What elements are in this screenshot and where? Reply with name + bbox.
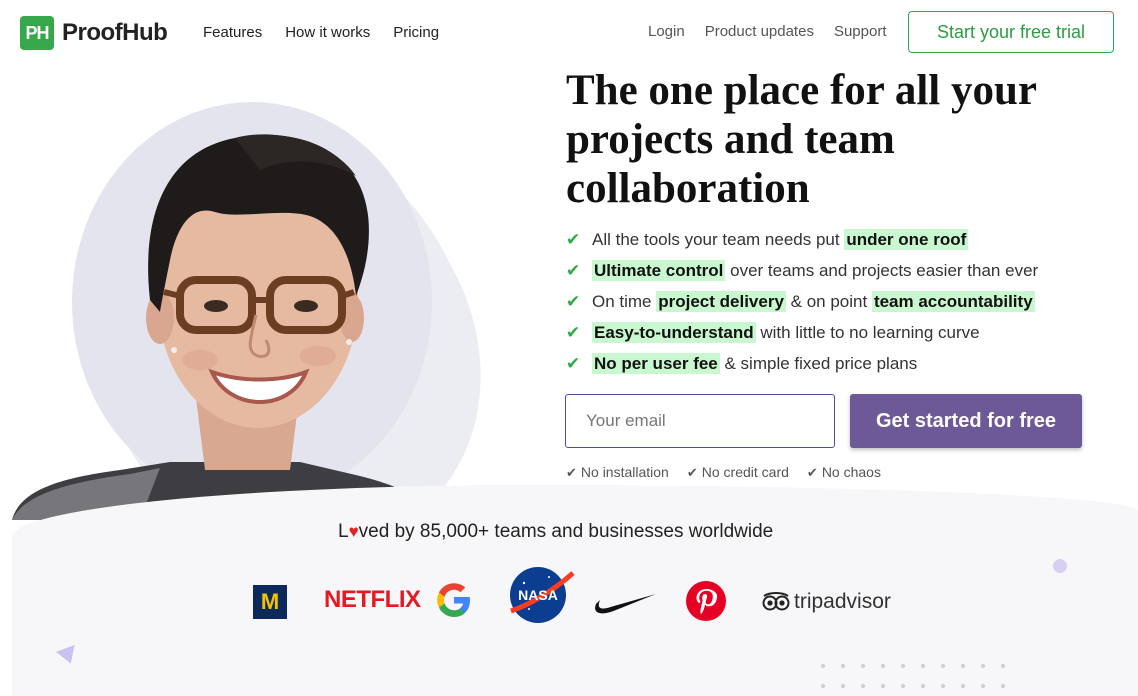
feature-highlight: team accountability: [871, 290, 1035, 312]
heart-icon: ♥: [348, 522, 359, 541]
feature-item: ✔ All the tools your team needs put under…: [566, 224, 1038, 255]
feature-highlight: Easy-to-understand: [592, 321, 756, 343]
customer-logos: M NETFLIX NASA tripadvisor: [0, 560, 1138, 640]
note-text: No credit card: [701, 464, 789, 480]
feature-text: On time project delivery & on point team…: [592, 290, 1035, 312]
google-logo: [437, 583, 470, 617]
nasa-logo: NASA: [510, 567, 575, 623]
michigan-medicine-logo: M: [253, 585, 287, 619]
michigan-logo-letter: M: [260, 589, 280, 614]
loved-prefix: L: [338, 521, 349, 542]
nasa-logo-text: NASA: [518, 587, 558, 603]
pinterest-logo: [686, 581, 726, 621]
feature-text: Easy-to-understand with little to no lea…: [592, 321, 980, 343]
feature-text-part: over teams and projects easier than ever: [725, 260, 1039, 280]
netflix-logo: NETFLIX: [324, 586, 421, 613]
email-input[interactable]: [565, 394, 835, 448]
feature-text-part: & on point: [785, 291, 872, 311]
feature-highlight: project delivery: [656, 290, 786, 312]
checkmark-icon: ✔: [566, 229, 581, 249]
tripadvisor-owl-icon: [762, 592, 790, 611]
feature-highlight: under one roof: [844, 228, 969, 250]
hero-headline: The one place for all your projects and …: [566, 67, 1037, 212]
feature-text-part: All the tools your team needs put: [592, 229, 845, 249]
nav-login[interactable]: Login: [648, 23, 685, 40]
feature-text: All the tools your team needs put under …: [592, 228, 969, 250]
check-icon: ✔: [686, 465, 698, 480]
checkmark-icon: ✔: [566, 291, 581, 311]
loved-by-text: L♥ved by 85,000+ teams and businesses wo…: [338, 521, 773, 543]
checkmark-icon: ✔: [566, 353, 581, 373]
loved-suffix: ved by 85,000+ teams and businesses worl…: [358, 521, 774, 542]
feature-text: No per user fee & simple fixed price pla…: [592, 352, 918, 374]
nav-support[interactable]: Support: [834, 23, 887, 40]
feature-highlight: Ultimate control: [592, 259, 726, 281]
nav-product-updates[interactable]: Product updates: [705, 23, 814, 40]
feature-text-part: On time: [592, 291, 657, 311]
decorative-dot: [1053, 559, 1067, 573]
note-item: ✔ No credit card: [687, 464, 789, 481]
feature-item: ✔ On time project delivery & on point tea…: [566, 286, 1038, 317]
note-item: ✔ No installation: [566, 464, 669, 481]
note-text: No installation: [580, 464, 669, 480]
nike-logo: [595, 594, 656, 614]
secondary-nav: Login Product updates Support: [648, 23, 907, 40]
feature-highlight: No per user fee: [592, 352, 720, 374]
feature-list: ✔ All the tools your team needs put under…: [566, 224, 1038, 379]
tripadvisor-wordmark: tripadvisor: [794, 590, 891, 613]
decorative-dot-grid: [820, 663, 1006, 689]
feature-text: Ultimate control over teams and projects…: [592, 259, 1039, 281]
feature-item: ✔ Ultimate control over teams and project…: [566, 255, 1038, 286]
get-started-button[interactable]: Get started for free: [850, 394, 1082, 448]
note-text: No chaos: [821, 464, 881, 480]
check-icon: ✔: [806, 465, 818, 480]
check-icon: ✔: [566, 465, 577, 480]
feature-item: ✔ Easy-to-understand with little to no le…: [566, 317, 1038, 348]
note-item: ✔ No chaos: [807, 464, 881, 481]
start-free-trial-button[interactable]: Start your free trial: [908, 11, 1114, 53]
checkmark-icon: ✔: [566, 322, 581, 342]
signup-notes: ✔ No installation ✔ No credit card ✔ No cha…: [566, 464, 899, 481]
tripadvisor-logo: tripadvisor: [762, 590, 891, 614]
feature-item: ✔ No per user fee & simple fixed price pl…: [566, 348, 1038, 379]
checkmark-icon: ✔: [566, 260, 581, 280]
hero-portrait-image: [12, 134, 440, 520]
feature-text-part: & simple fixed price plans: [719, 353, 918, 373]
feature-text-part: with little to no learning curve: [755, 322, 980, 342]
